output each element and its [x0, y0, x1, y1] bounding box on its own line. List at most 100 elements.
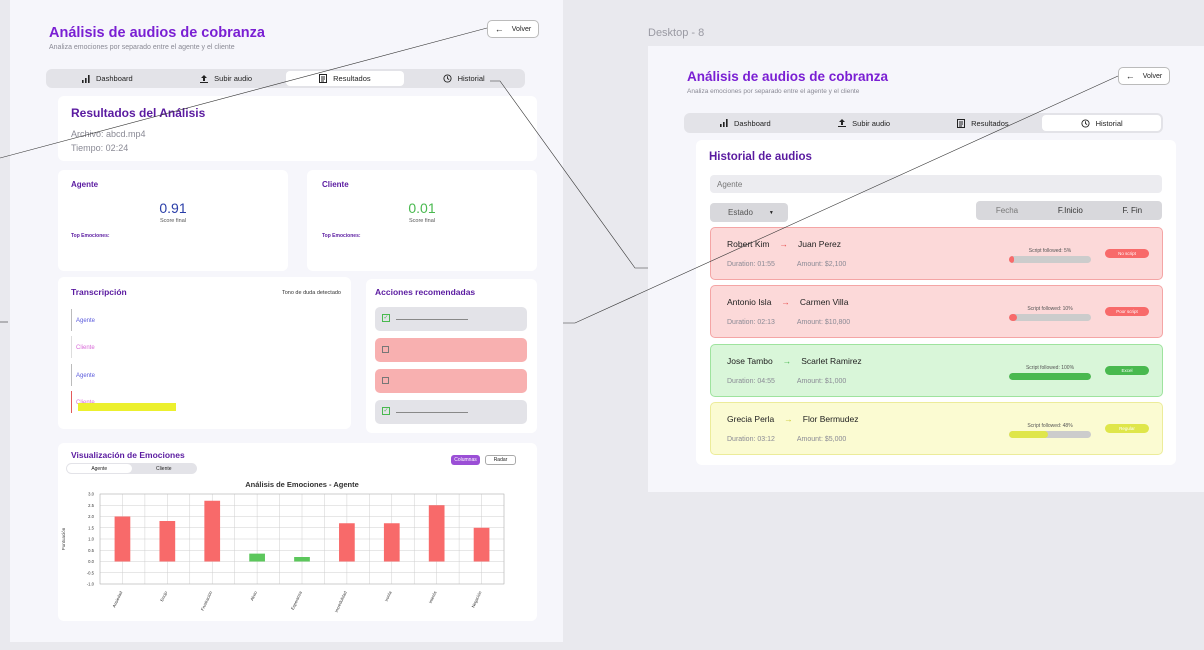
tab-label: Dashboard [734, 118, 771, 128]
checkbox-empty-icon[interactable] [382, 377, 389, 384]
history-item[interactable]: Robert Kim → Juan Perez Duration: 01:55 Amou… [710, 227, 1163, 280]
tab-dashboard[interactable]: Dashboard [48, 71, 167, 86]
x-tick-label: Ansiedad [111, 590, 123, 609]
checkbox-checked-icon[interactable]: ✓ [382, 407, 390, 415]
client-top-emotions: Top Emociones: [322, 233, 361, 239]
x-tick-label: Interés [428, 590, 438, 604]
history-item[interactable]: Jose Tambo → Scarlet Ramirez Duration: 04:5… [710, 344, 1163, 397]
transcript-entry: Agente [71, 364, 95, 386]
client-score-card: Cliente 0.01 Score final Top Emociones: [307, 170, 537, 271]
y-tick-label: 2.0 [88, 514, 94, 519]
script-progress-bar [1009, 373, 1091, 380]
fecha-inicio-filter[interactable]: F.Inicio [1058, 206, 1083, 215]
tab-label: Subir audio [214, 74, 253, 83]
script-followed-label: Script followed: 100% [1025, 365, 1075, 371]
call-meta: Duration: 01:55 Amount: $2,100 [727, 261, 846, 268]
checkbox-checked-icon[interactable]: ✓ [382, 314, 390, 322]
back-button-label: Volver [511, 25, 532, 33]
agent-score: 0.91 [159, 200, 187, 216]
history-item[interactable]: Grecia Perla → Flor Bermudez Duration: 03:1… [710, 402, 1163, 455]
back-button[interactable]: ← Volver [487, 20, 539, 38]
doubt-highlight [78, 403, 176, 411]
agent-name: Jose Tambo [727, 356, 773, 366]
bar [428, 505, 445, 562]
agent-top-emotions: Top Emociones: [71, 233, 110, 239]
action-item[interactable] [375, 338, 527, 362]
upload-icon [838, 119, 847, 127]
estado-dropdown[interactable]: Estado ▼ [710, 203, 788, 222]
agent-name: Robert Kim [727, 239, 770, 249]
script-progress-fill [1009, 373, 1091, 380]
history-item[interactable]: Antonio Isla → Carmen Villa Duration: 02:13… [710, 285, 1163, 338]
arrow-right-icon: → [781, 297, 790, 307]
speaker-label: Agente [76, 373, 96, 379]
status-badge: Poor script [1105, 307, 1149, 316]
script-progress-fill [1009, 431, 1049, 438]
fecha-fin-filter[interactable]: F. Fin [1123, 206, 1143, 215]
chevron-down-icon: ▼ [768, 209, 774, 216]
agent-score-card: Agente 0.91 Score final Top Emociones: [58, 170, 288, 271]
script-followed-label: Script followed: 5% [1028, 248, 1072, 254]
x-tick-label: Negación [470, 590, 482, 609]
fecha-label: Fecha [995, 206, 1019, 215]
back-button-label: Volver [1142, 72, 1163, 80]
actions-title: Acciones recomendadas [375, 287, 476, 297]
call-parties: Robert Kim → Juan Perez [727, 239, 841, 249]
script-progress-bar [1009, 431, 1091, 438]
script-progress-bar [1009, 256, 1091, 263]
bar [294, 557, 310, 562]
action-item[interactable]: ✓ [375, 400, 527, 424]
status-badge: No script [1105, 249, 1149, 258]
doubt-tone-note: Tono de duda detectado [281, 290, 341, 296]
amount: Amount: $10,800 [796, 319, 851, 326]
tab-history[interactable]: Historial [1042, 115, 1161, 131]
tab-history[interactable]: Historial [404, 71, 523, 86]
bar [249, 553, 265, 562]
amount: Amount: $1,000 [796, 378, 847, 385]
action-item[interactable]: ✓ [375, 307, 527, 331]
agent-search-input[interactable]: Agente [710, 175, 1162, 193]
client-label: Cliente [322, 180, 349, 189]
document-icon [957, 118, 966, 128]
action-item[interactable] [375, 369, 527, 393]
tab-results[interactable]: Resultados [924, 115, 1043, 131]
client-score: 0.01 [408, 200, 436, 216]
x-tick-label: Ironía [384, 590, 393, 602]
page-subtitle: Analiza emociones por separado entre el … [687, 88, 860, 95]
back-button[interactable]: ← Volver [1118, 67, 1170, 85]
call-parties: Antonio Isla → Carmen Villa [727, 297, 848, 307]
duration: Duration: 04:55 [727, 378, 775, 385]
tab-results[interactable]: Resultados [285, 71, 405, 86]
history-icon [1081, 118, 1090, 128]
tab-upload[interactable]: Subir audio [167, 71, 286, 86]
client-name: Carmen Villa [799, 297, 849, 307]
agent-score-caption: Score final [160, 218, 186, 224]
tab-label: Subir audio [852, 118, 891, 128]
call-parties: Jose Tambo → Scarlet Ramirez [727, 356, 862, 366]
placeholder-line [396, 411, 468, 413]
tab-dashboard[interactable]: Dashboard [686, 115, 805, 131]
call-parties: Grecia Perla → Flor Bermudez [727, 414, 859, 424]
x-tick-label: Incredulidad [334, 590, 348, 613]
results-card: Resultados del Análisis Archivo: abcd.mp… [58, 96, 537, 161]
status-badge: Regular [1105, 424, 1149, 433]
y-tick-label: -1.0 [87, 582, 95, 587]
chart-title: Análisis de Emociones - Agente [245, 480, 359, 489]
client-name: Scarlet Ramirez [801, 356, 862, 366]
speaker-label: Agente [76, 318, 96, 324]
tab-upload[interactable]: Subir audio [805, 115, 924, 131]
bar-chart-icon [720, 119, 728, 127]
arrow-left-icon: ← [1125, 71, 1135, 81]
frame-label: Desktop - 8 [648, 27, 705, 39]
document-icon [319, 74, 328, 83]
estado-label: Estado [728, 208, 753, 217]
bar [383, 523, 400, 562]
emotions-card: Visualización de Emociones Agente Client… [58, 443, 537, 621]
y-tick-label: 1.0 [88, 537, 94, 542]
arrow-right-icon: → [779, 239, 789, 249]
checkbox-empty-icon[interactable] [382, 346, 389, 353]
file-name: Archivo: abcd.mp4 [71, 129, 146, 139]
page-title: Análisis de audios de cobranza [687, 69, 889, 84]
duration: Duration: 02:13 [727, 319, 775, 326]
agent-name: Grecia Perla [727, 414, 775, 424]
